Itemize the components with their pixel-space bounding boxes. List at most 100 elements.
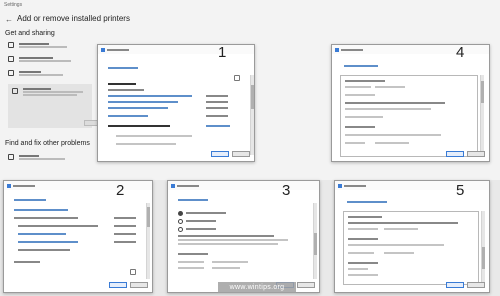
text-line [348, 238, 378, 240]
cancel-button[interactable] [130, 282, 148, 288]
dialog-link[interactable] [108, 67, 138, 69]
dialog-titlebar [4, 181, 152, 190]
dialog-link[interactable] [14, 199, 46, 201]
cancel-button[interactable] [232, 151, 250, 157]
result-link[interactable] [18, 241, 78, 243]
result-link[interactable] [108, 107, 168, 109]
scrollbar[interactable] [250, 75, 254, 155]
result-link[interactable] [18, 233, 66, 235]
text-line [178, 239, 288, 241]
text-line [345, 86, 371, 88]
result-link[interactable] [14, 209, 68, 211]
next-button[interactable] [109, 282, 127, 288]
dialog-link[interactable] [347, 201, 387, 203]
troubleshooter-item[interactable] [8, 154, 65, 160]
status-text [206, 115, 228, 117]
scrollbar[interactable] [146, 203, 150, 279]
network-icon [12, 88, 18, 94]
app-icon [101, 47, 105, 52]
next-button[interactable] [446, 151, 464, 157]
app-icon [338, 183, 342, 188]
text-line [18, 225, 98, 227]
scrollbar[interactable] [481, 211, 485, 285]
text-line [348, 268, 368, 270]
cancel-button[interactable] [297, 282, 315, 288]
text-line [116, 143, 176, 145]
troubleshooter-icon [8, 56, 14, 62]
bluetooth-icon [8, 154, 14, 160]
text-line [14, 217, 78, 219]
window-title: Settings [4, 2, 23, 8]
text-line [348, 244, 444, 246]
troubleshooter-dialog-1 [97, 44, 255, 162]
troubleshooter-dialog-4 [331, 44, 490, 162]
dialog-heading [108, 83, 136, 85]
troubleshooter-dialog-5 [334, 180, 490, 293]
text-line [348, 274, 378, 276]
step-number: 5 [456, 182, 465, 199]
detail-link[interactable] [206, 125, 230, 127]
step-number: 2 [116, 182, 125, 199]
text-line [186, 220, 216, 222]
radio-icon[interactable] [178, 211, 183, 216]
text-line [375, 86, 405, 88]
text-line [116, 135, 192, 137]
text-line [18, 249, 70, 251]
scrollbar[interactable] [480, 75, 484, 157]
text-line [186, 212, 226, 214]
next-button[interactable] [211, 151, 229, 157]
troubleshooter-item-selected[interactable] [8, 84, 92, 128]
radio-icon[interactable] [178, 219, 183, 224]
detail-panel [343, 211, 479, 285]
text-line [345, 94, 375, 96]
text-line [345, 126, 375, 128]
text-line [348, 262, 378, 264]
status-text [206, 107, 228, 109]
dialog-titlebar [332, 45, 489, 54]
next-button[interactable] [446, 282, 464, 288]
troubleshooter-item[interactable] [8, 56, 71, 62]
status-text [114, 233, 136, 235]
screenshot-collage: Settings ← Add or remove installed print… [0, 0, 500, 296]
text-line [178, 235, 274, 237]
radio-icon[interactable] [178, 227, 183, 232]
text-line [345, 134, 441, 136]
watermark: www.wintips.org [218, 282, 296, 293]
troubleshooter-dialog-2 [3, 180, 153, 293]
troubleshooter-dialog-3 [167, 180, 320, 293]
back-arrow-icon[interactable]: ← [5, 15, 13, 24]
dialog-link[interactable] [344, 65, 378, 67]
troubleshooter-item[interactable] [8, 42, 67, 48]
dialog-link[interactable] [178, 199, 208, 201]
text-line [108, 89, 144, 91]
text-line [178, 243, 278, 245]
printer-icon [8, 70, 14, 76]
printer-icon [234, 75, 240, 81]
text-line [345, 102, 445, 104]
result-link[interactable] [108, 95, 192, 97]
status-text [114, 225, 136, 227]
app-icon [7, 183, 11, 188]
status-text [114, 217, 136, 219]
text-line [384, 252, 414, 254]
text-line [348, 228, 378, 230]
text-line [14, 261, 40, 263]
result-link[interactable] [108, 115, 148, 117]
result-link[interactable] [108, 101, 178, 103]
cancel-button[interactable] [467, 151, 485, 157]
troubleshooter-item[interactable] [8, 70, 63, 76]
dialog-heading [108, 125, 170, 127]
step-number: 4 [456, 44, 465, 61]
cancel-button[interactable] [467, 282, 485, 288]
step-number: 3 [282, 182, 291, 199]
text-line [212, 267, 240, 269]
scrollbar[interactable] [313, 203, 317, 279]
text-line [345, 142, 365, 144]
status-text [206, 95, 228, 97]
section-heading: Get and sharing [5, 30, 55, 37]
text-line [178, 261, 204, 263]
text-line [178, 253, 208, 255]
text-line [348, 222, 458, 224]
text-line [178, 267, 204, 269]
text-line [345, 80, 385, 82]
